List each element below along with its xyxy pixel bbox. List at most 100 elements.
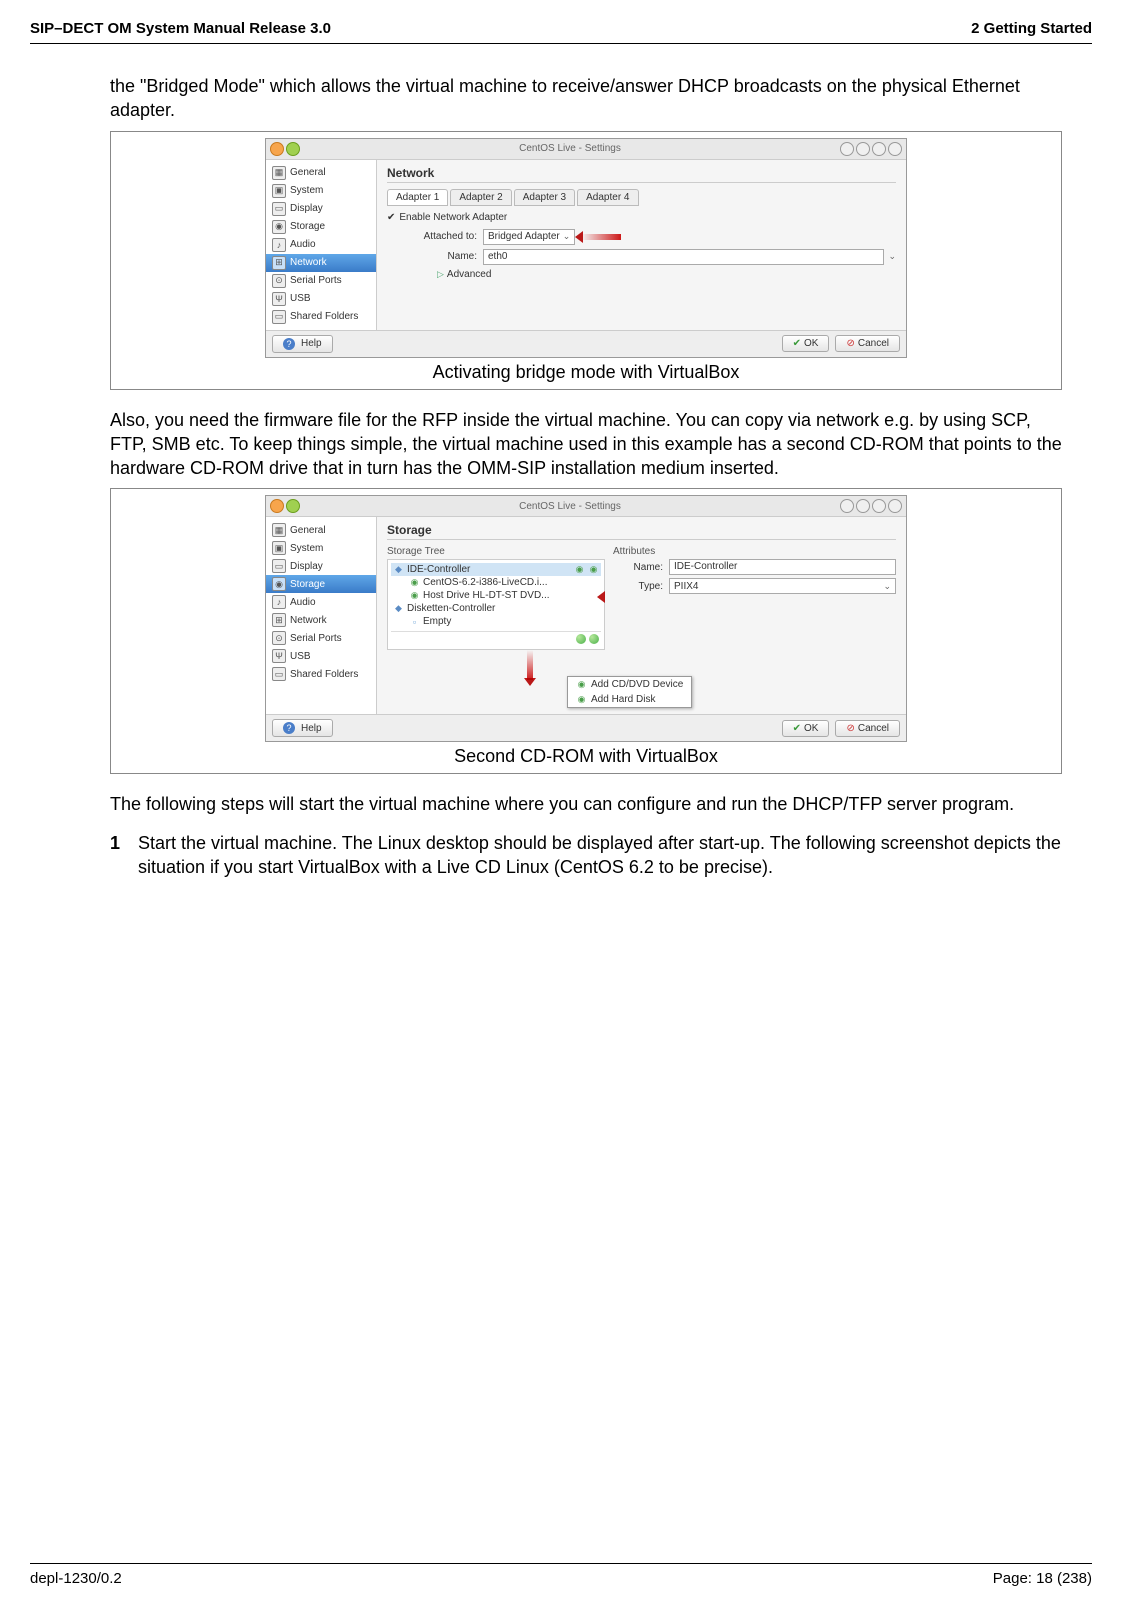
help-label: Help [301, 723, 322, 734]
tab-adapter2[interactable]: Adapter 2 [450, 189, 511, 206]
cancel-label: Cancel [858, 723, 889, 734]
tree-centos[interactable]: ◉CentOS-6.2-i386-LiveCD.i... [391, 576, 601, 589]
add-disc-icon[interactable]: ◉ [588, 564, 599, 575]
advanced-label[interactable]: Advanced [447, 269, 491, 280]
sidebar-item-audio[interactable]: ♪ Audio [266, 236, 376, 254]
tree-ide-controller[interactable]: ◆IDE-Controller◉◉ [391, 563, 601, 576]
window-btn-icon[interactable] [270, 499, 284, 513]
sidebar-label: Network [290, 257, 327, 268]
attached-to-dropdown[interactable]: Bridged Adapter ⌄ [483, 229, 575, 245]
window-btn-icon[interactable] [270, 142, 284, 156]
step-text: Start the virtual machine. The Linux des… [138, 833, 1061, 877]
cancel-button[interactable]: ⊘Cancel [835, 335, 900, 352]
sidebar-label: Audio [290, 239, 316, 250]
window-btn-icon[interactable] [840, 142, 854, 156]
help-button[interactable]: ?Help [272, 719, 333, 737]
paragraph-1: the "Bridged Mode" which allows the virt… [110, 74, 1062, 123]
window-btn-icon[interactable] [888, 499, 902, 513]
name-label: Name: [387, 251, 483, 262]
sidebar-label: Storage [290, 579, 325, 590]
sidebar-item-usb[interactable]: ΨUSB [266, 647, 376, 665]
page-header: SIP–DECT OM System Manual Release 3.0 2 … [30, 20, 1092, 44]
usb-icon: Ψ [272, 292, 286, 306]
popup-add-harddisk[interactable]: ◉Add Hard Disk [568, 692, 691, 707]
sidebar-item-shared[interactable]: ▭Shared Folders [266, 308, 376, 326]
attributes-label: Attributes [613, 546, 896, 557]
sidebar-label: Display [290, 561, 323, 572]
sidebar-label: Audio [290, 597, 316, 608]
sidebar-item-usb[interactable]: ΨUSB [266, 290, 376, 308]
sidebar-item-audio[interactable]: ♪ Audio [266, 593, 376, 611]
check-icon: ✔ [793, 338, 801, 349]
ok-button[interactable]: ✔OK [782, 720, 830, 737]
cancel-button[interactable]: ⊘ Cancel [835, 720, 900, 737]
tree-label: Empty [423, 616, 451, 627]
remove-controller-icon[interactable] [589, 634, 599, 644]
ok-label: OK [804, 723, 818, 734]
window-btn-icon[interactable] [872, 142, 886, 156]
figure-1-box: CentOS Live - Settings ▦General ▣System … [110, 131, 1062, 390]
enable-adapter-checkbox[interactable]: ✔ Enable Network Adapter [387, 212, 896, 223]
dropdown-value: PIIX4 [674, 581, 698, 592]
sidebar-item-general[interactable]: ▦General [266, 521, 376, 539]
window-btn-icon[interactable] [286, 142, 300, 156]
help-button[interactable]: ?Help [272, 335, 333, 353]
tree-empty[interactable]: ▫Empty [391, 615, 601, 628]
storage-tree[interactable]: ◆IDE-Controller◉◉ ◉CentOS-6.2-i386-LiveC… [387, 559, 605, 650]
sidebar-item-system[interactable]: ▣System [266, 182, 376, 200]
disc-icon: ◉ [409, 590, 420, 601]
step-1: 1Start the virtual machine. The Linux de… [110, 831, 1062, 880]
add-controller-icon[interactable] [576, 634, 586, 644]
adapter-tabs: Adapter 1 Adapter 2 Adapter 3 Adapter 4 [387, 189, 896, 206]
figure-2-box: CentOS Live - Settings ▦General ▣System … [110, 488, 1062, 774]
usb-icon: Ψ [272, 649, 286, 663]
attr-name-label: Name: [613, 562, 669, 573]
window-btn-icon[interactable] [888, 142, 902, 156]
sidebar-item-serial[interactable]: ⊙Serial Ports [266, 629, 376, 647]
sidebar-item-network[interactable]: ⊞Network [266, 254, 376, 272]
folder-icon: ▭ [272, 310, 286, 324]
name-field[interactable]: eth0 [483, 249, 884, 265]
sidebar-item-storage[interactable]: ◉ Storage [266, 575, 376, 593]
window-btn-icon[interactable] [856, 499, 870, 513]
audio-icon: ♪ [272, 595, 286, 609]
sidebar-item-display[interactable]: ▭Display [266, 557, 376, 575]
serial-icon: ⊙ [272, 631, 286, 645]
sidebar-item-display[interactable]: ▭Display [266, 200, 376, 218]
sidebar-item-system[interactable]: ▣System [266, 539, 376, 557]
window-btn-icon[interactable] [856, 142, 870, 156]
audio-icon: ♪ [272, 238, 286, 252]
disc-icon: ◉ [409, 577, 420, 588]
window-btn-icon[interactable] [840, 499, 854, 513]
attr-name-field[interactable]: IDE-Controller [669, 559, 896, 575]
storage-icon: ◉ [272, 577, 286, 591]
attr-type-dropdown[interactable]: PIIX4 ⌄ [669, 578, 896, 594]
checkmark-icon: ✔ [387, 212, 395, 223]
attributes-panel: Attributes Name:IDE-Controller Type:PIIX… [613, 546, 896, 650]
tree-hostdrive[interactable]: ◉Host Drive HL-DT-ST DVD... [391, 589, 601, 602]
window-btn-icon[interactable] [286, 499, 300, 513]
paragraph-3: The following steps will start the virtu… [110, 792, 1062, 816]
tab-adapter1[interactable]: Adapter 1 [387, 189, 448, 206]
harddisk-icon: ◉ [576, 694, 587, 705]
sidebar-item-network[interactable]: ⊞Network [266, 611, 376, 629]
cancel-label: Cancel [858, 338, 889, 349]
tree-disk-controller[interactable]: ◆Disketten-Controller [391, 602, 601, 615]
cancel-icon: ⊘ [846, 723, 854, 734]
folder-icon: ▭ [272, 667, 286, 681]
sidebar-item-storage[interactable]: ◉Storage [266, 218, 376, 236]
tab-adapter3[interactable]: Adapter 3 [514, 189, 575, 206]
chevron-down-icon: ⌄ [883, 581, 891, 592]
add-disc-icon[interactable]: ◉ [574, 564, 585, 575]
tab-adapter4[interactable]: Adapter 4 [577, 189, 638, 206]
sidebar-item-shared[interactable]: ▭Shared Folders [266, 665, 376, 683]
dialog-titlebar: CentOS Live - Settings [266, 139, 906, 160]
sidebar-item-general[interactable]: ▦General [266, 164, 376, 182]
window-btn-icon[interactable] [872, 499, 886, 513]
chevron-down-icon[interactable]: ⌄ [888, 251, 896, 262]
ok-button[interactable]: ✔OK [782, 335, 830, 352]
controller-icon: ◆ [393, 564, 404, 575]
expand-triangle-icon[interactable]: ▷ [437, 269, 444, 280]
popup-add-cddvd[interactable]: ◉Add CD/DVD Device [568, 677, 691, 692]
sidebar-item-serial[interactable]: ⊙Serial Ports [266, 272, 376, 290]
